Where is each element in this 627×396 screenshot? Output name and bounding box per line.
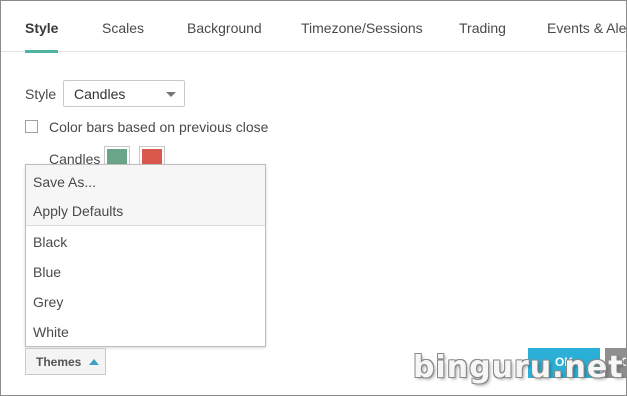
tab-background[interactable]: Background (187, 1, 262, 52)
menu-item-save-as[interactable]: Save As... (26, 167, 265, 197)
style-select[interactable]: Candles (63, 80, 185, 107)
tab-label: Trading (459, 20, 506, 36)
tab-trading[interactable]: Trading (459, 1, 506, 52)
themes-button[interactable]: Themes (25, 348, 106, 375)
tab-label: Style (25, 20, 59, 36)
active-tab-indicator (25, 50, 59, 53)
tab-label: Events & Alerts (547, 20, 627, 36)
tab-label: Scales (102, 20, 145, 36)
candle-down-color-fill (142, 149, 162, 165)
style-select-value: Candles (74, 86, 126, 102)
tab-scales[interactable]: Scales (102, 1, 144, 52)
tab-bar: Style Scales Background Timezone/Session… (1, 1, 627, 53)
chart-properties-dialog: Style Scales Background Timezone/Session… (0, 0, 627, 396)
tab-timezone-sessions[interactable]: Timezone/Sessions (301, 1, 423, 52)
tab-label: Timezone/Sessions (301, 20, 423, 36)
themes-button-label: Themes (36, 355, 82, 369)
tab-label: Background (187, 20, 262, 36)
menu-item-theme-black[interactable]: Black (26, 227, 265, 257)
menu-item-apply-defaults[interactable]: Apply Defaults (26, 196, 265, 226)
chevron-down-icon (166, 92, 176, 97)
menu-item-theme-blue[interactable]: Blue (26, 257, 265, 287)
themes-dropdown-menu: Save As... Apply Defaults Black Blue Gre… (25, 164, 266, 347)
candle-up-color-fill (107, 149, 127, 165)
tab-style[interactable]: Style (25, 1, 59, 53)
tab-events-alerts[interactable]: Events & Alerts (547, 1, 627, 52)
menu-item-theme-white[interactable]: White (26, 317, 265, 347)
watermark: binguru.net (413, 350, 624, 385)
color-bars-checkbox[interactable] (25, 120, 38, 133)
chevron-up-icon (89, 359, 99, 365)
menu-item-theme-grey[interactable]: Grey (26, 287, 265, 317)
style-label: Style (25, 86, 57, 102)
color-bars-label: Color bars based on previous close (49, 119, 269, 135)
